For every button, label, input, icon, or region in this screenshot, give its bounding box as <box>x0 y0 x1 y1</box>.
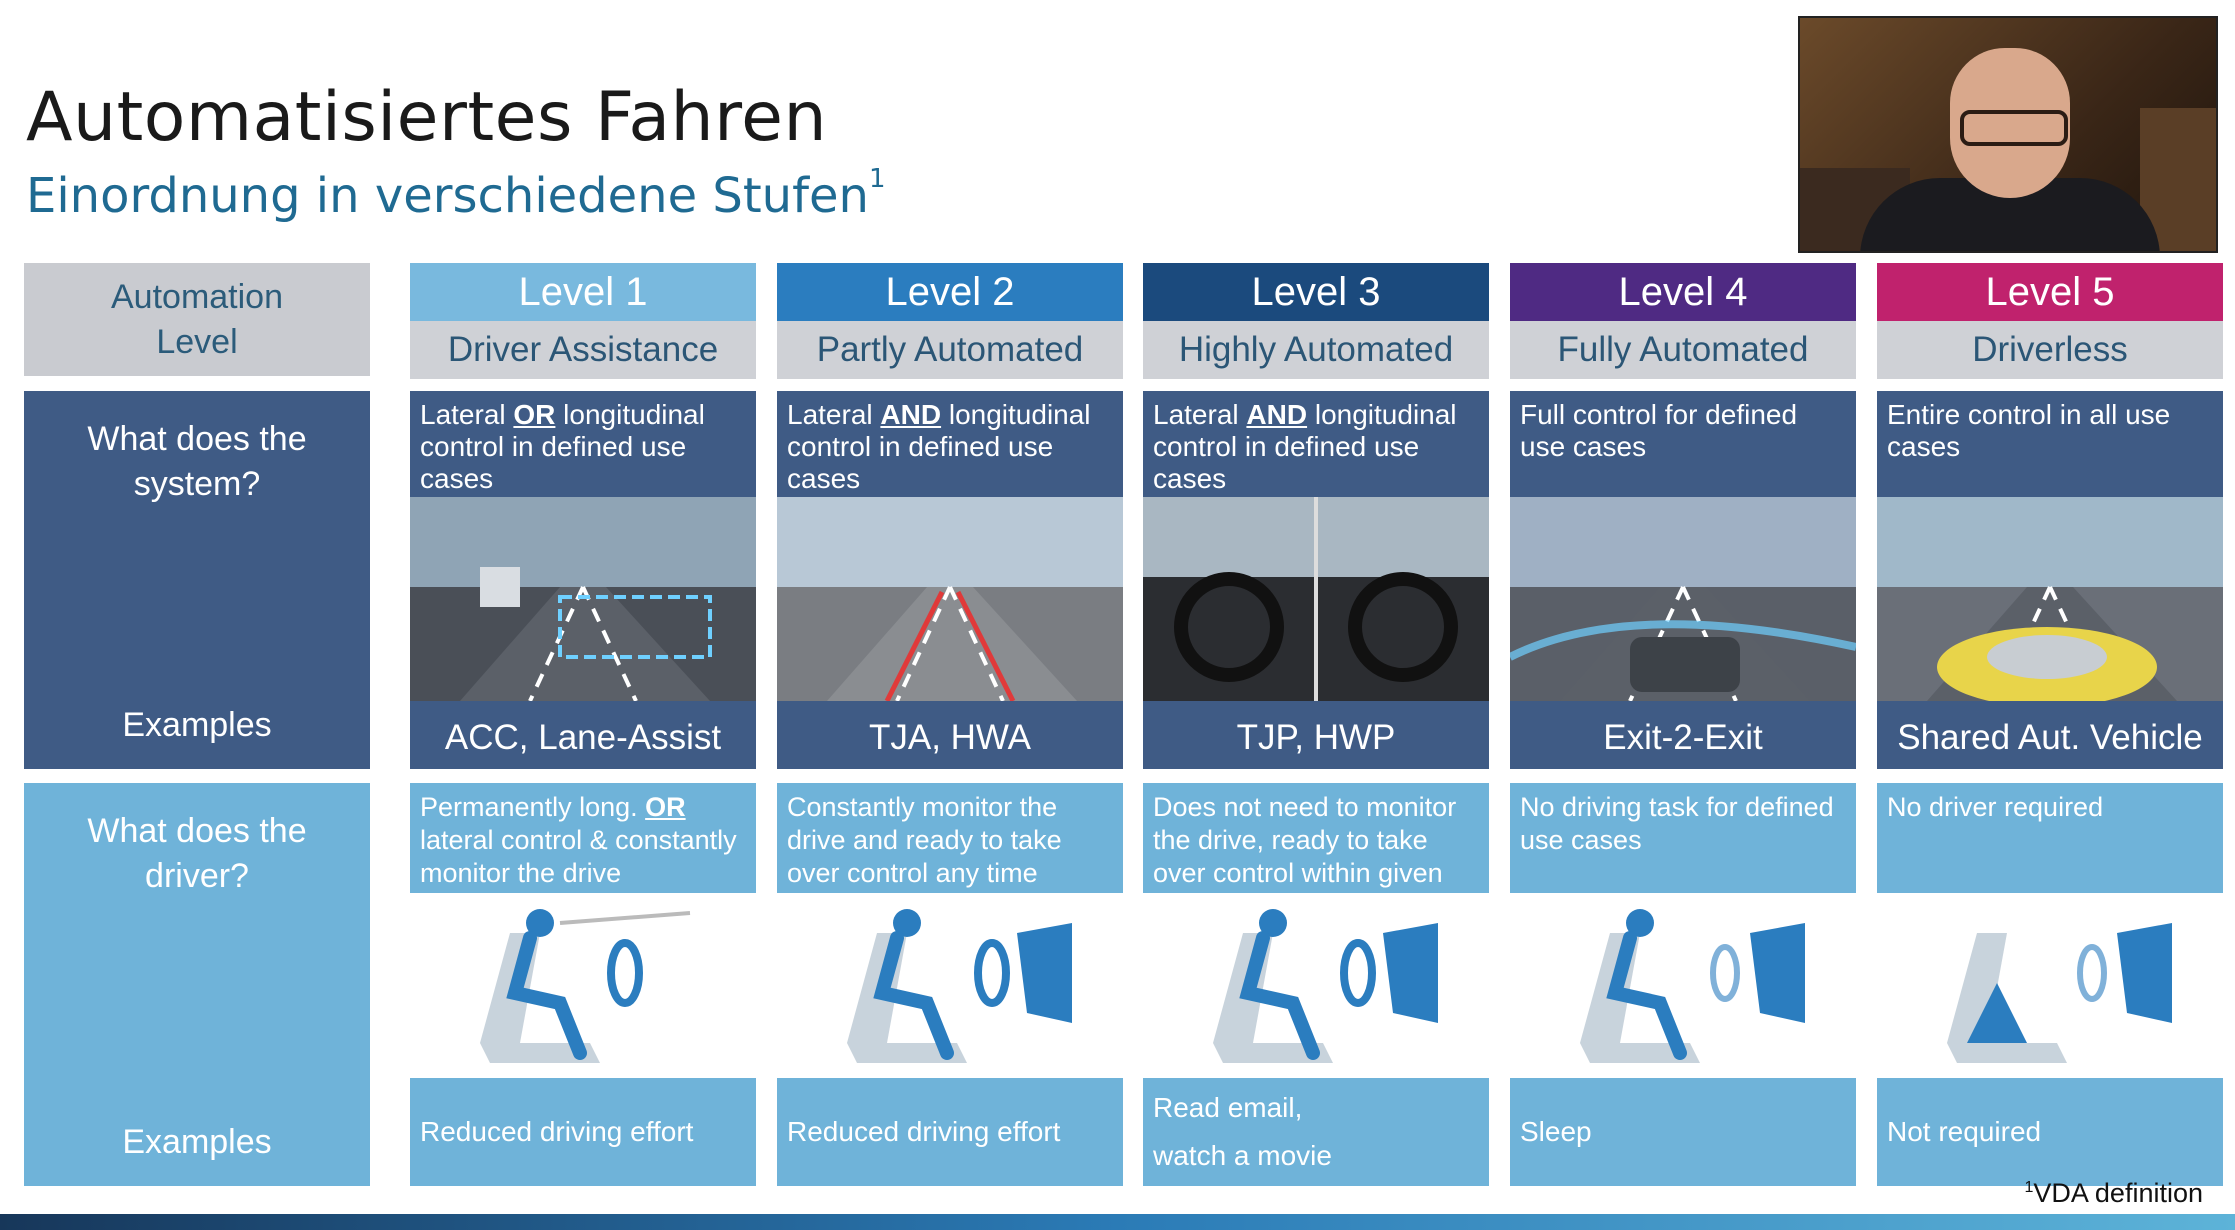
level-4-scene-photo <box>1510 497 1856 701</box>
level-3-driver-seat-illustration <box>1143 893 1489 1075</box>
level-2-driver-example: Reduced driving effort <box>777 1078 1123 1186</box>
level-1-column: Level 1 Driver Assistance <box>410 263 756 379</box>
level-5-scene-photo <box>1877 497 2223 701</box>
footnote: 1VDA definition <box>2024 1178 2203 1209</box>
level-4-system-box: Full control for defined use cases Exit-… <box>1510 391 1856 769</box>
level-4-driver-box: No driving task for defined use cases Sl… <box>1510 783 1856 1186</box>
level-2-system-text: Lateral AND longitudinal control in defi… <box>787 399 1091 495</box>
level-4-name: Fully Automated <box>1510 321 1856 379</box>
level-1-system-text: Lateral OR longitudinal control in defin… <box>420 399 705 495</box>
level-4-title: Level 4 <box>1510 263 1856 321</box>
level-1-title: Level 1 <box>410 263 756 321</box>
level-5-column: Level 5 Driverless <box>1877 263 2223 379</box>
level-4-system-example: Exit-2-Exit <box>1603 718 1763 757</box>
driver-examples-label: Examples <box>122 1123 272 1161</box>
level-5-system-text: Entire control in all use cases <box>1887 399 2171 463</box>
level-3-system-example: TJP, HWP <box>1236 718 1396 757</box>
footnote-text: VDA definition <box>2033 1178 2203 1208</box>
system-row-label: What does the system? Examples <box>24 391 370 769</box>
system-examples-label: Examples <box>122 706 272 744</box>
level-1-scene-photo <box>410 497 756 701</box>
level-1-driver-box: Permanently long. OR lateral control & c… <box>410 783 756 1186</box>
level-1-system-example: ACC, Lane-Assist <box>444 718 722 757</box>
level-2-driver-seat-illustration <box>777 893 1123 1075</box>
level-2-driver-text: Constantly monitor the drive and ready t… <box>777 783 1123 893</box>
level-3-driver-example: Read email, watch a movie <box>1143 1078 1489 1186</box>
subtitle-footnote-mark: 1 <box>868 164 886 194</box>
level-2-name: Partly Automated <box>777 321 1123 379</box>
level-1-system-box: Lateral OR longitudinal control in defin… <box>410 391 756 769</box>
level-3-driver-box: Does not need to monitor the drive, read… <box>1143 783 1489 1186</box>
level-1-driver-text: Permanently long. OR lateral control & c… <box>410 783 756 893</box>
bottom-accent-bar <box>0 1214 2235 1230</box>
level-5-driver-text: No driver required <box>1877 783 2223 893</box>
level-3-title: Level 3 <box>1143 263 1489 321</box>
level-2-column: Level 2 Partly Automated <box>777 263 1123 379</box>
level-5-driver-seat-illustration <box>1877 893 2223 1075</box>
level-3-system-box: Lateral AND longitudinal control in defi… <box>1143 391 1489 769</box>
level-4-system-text: Full control for defined use cases <box>1520 399 1798 463</box>
level-5-title: Level 5 <box>1877 263 2223 321</box>
level-5-system-box: Entire control in all use cases Shared A… <box>1877 391 2223 769</box>
level-5-system-example: Shared Aut. Vehicle <box>1897 718 2203 757</box>
level-4-column: Level 4 Fully Automated <box>1510 263 1856 379</box>
level-3-system-text: Lateral AND longitudinal control in defi… <box>1153 399 1457 495</box>
level-3-scene-photo <box>1143 497 1489 701</box>
system-question: What does the system? <box>87 420 307 503</box>
level-3-name: Highly Automated <box>1143 321 1489 379</box>
level-4-driver-seat-illustration <box>1510 893 1856 1075</box>
automation-level-header: Automation Level <box>24 263 370 376</box>
slide-subtitle: Einordnung in verschiedene Stufen1 <box>26 164 886 224</box>
slide-title: Automatisiertes Fahren <box>26 78 828 157</box>
webcam-video <box>1798 16 2218 253</box>
level-5-name: Driverless <box>1877 321 2223 379</box>
level-2-system-example: TJA, HWA <box>868 718 1032 757</box>
level-5-driver-box: No driver required Not required <box>1877 783 2223 1186</box>
level-2-driver-box: Constantly monitor the drive and ready t… <box>777 783 1123 1186</box>
level-5-driver-example: Not required <box>1877 1078 2223 1186</box>
level-2-system-box: Lateral AND longitudinal control in defi… <box>777 391 1123 769</box>
level-3-driver-text: Does not need to monitor the drive, read… <box>1143 783 1489 921</box>
level-1-name: Driver Assistance <box>410 321 756 379</box>
level-1-driver-example: Reduced driving effort <box>410 1078 756 1186</box>
level-3-column: Level 3 Highly Automated <box>1143 263 1489 379</box>
level-2-scene-photo <box>777 497 1123 701</box>
driver-question: What does the driver? <box>87 812 307 895</box>
automation-level-label: Automation Level <box>111 278 283 361</box>
level-4-driver-text: No driving task for defined use cases <box>1510 783 1856 893</box>
driver-row-label: What does the driver? Examples <box>24 783 370 1186</box>
level-1-driver-seat-illustration <box>410 893 756 1075</box>
level-4-driver-example: Sleep <box>1510 1078 1856 1186</box>
level-2-title: Level 2 <box>777 263 1123 321</box>
subtitle-text: Einordnung in verschiedene Stufen <box>26 168 869 224</box>
